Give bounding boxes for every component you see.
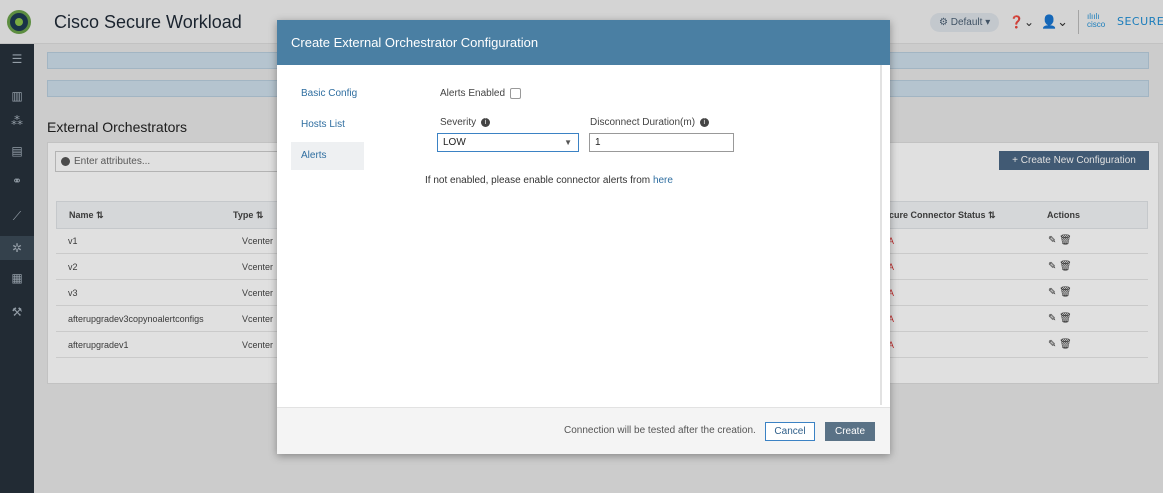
modal-nav-hosts-list[interactable]: Hosts List	[291, 111, 364, 139]
cancel-button[interactable]: Cancel	[765, 422, 815, 441]
enable-alerts-link[interactable]: here	[653, 175, 673, 186]
severity-select[interactable]: LOW ▼	[437, 133, 579, 152]
severity-value: LOW	[443, 137, 466, 148]
modal-nav-alerts[interactable]: Alerts	[291, 142, 364, 170]
disconnect-duration-label: Disconnect Duration(m)	[590, 117, 696, 128]
modal-footer: Connection will be tested after the crea…	[277, 407, 890, 454]
disconnect-duration-input[interactable]: 1	[589, 133, 734, 152]
alerts-enabled-checkbox[interactable]	[510, 88, 521, 99]
create-orchestrator-modal: Create External Orchestrator Configurati…	[277, 20, 890, 454]
create-button[interactable]: Create	[825, 422, 875, 441]
severity-label-group: Severity i	[440, 117, 490, 128]
info-icon[interactable]: i	[480, 117, 490, 127]
info-icon[interactable]: i	[699, 117, 709, 127]
hint-text: If not enabled, please enable connector …	[425, 175, 651, 186]
modal-title: Create External Orchestrator Configurati…	[277, 20, 890, 65]
alerts-enabled-label: Alerts Enabled	[440, 88, 506, 99]
modal-scrollbar[interactable]	[880, 65, 882, 405]
footer-note: Connection will be tested after the crea…	[564, 425, 756, 436]
disconnect-label-group: Disconnect Duration(m) i	[590, 117, 709, 128]
modal-nav-basic-config[interactable]: Basic Config	[291, 80, 364, 108]
severity-label: Severity	[440, 117, 477, 128]
chevron-down-icon: ▼	[564, 138, 572, 147]
alerts-hint: If not enabled, please enable connector …	[425, 175, 673, 186]
